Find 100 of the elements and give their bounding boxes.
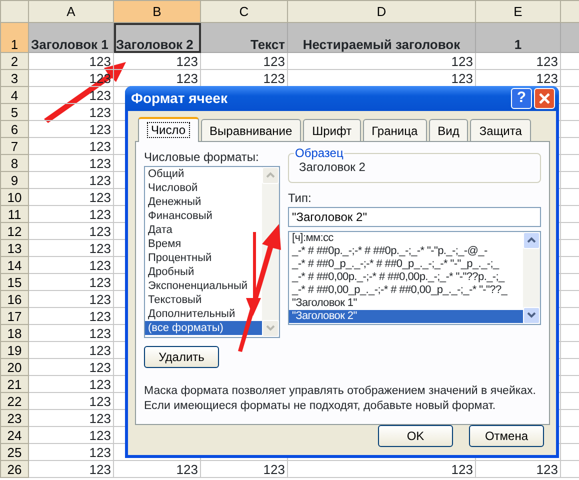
tab[interactable]: Граница: [362, 118, 427, 142]
close-button[interactable]: [534, 88, 555, 109]
list-item[interactable]: [ч]:мм:сс: [289, 232, 523, 244]
list-item[interactable]: _-* # ##0,00р._-;-* # ##0,00р._-;_-* "-"??р._-;_: [289, 270, 523, 284]
row-header[interactable]: 12: [0, 222, 28, 240]
row-header[interactable]: 16: [0, 290, 28, 308]
row-header[interactable]: 15: [0, 274, 28, 290]
tab[interactable]: Число: [138, 116, 199, 142]
table-cell: 123: [28, 52, 114, 70]
row-header[interactable]: 24: [0, 426, 28, 444]
table-cell: 123: [28, 426, 114, 444]
list-item[interactable]: Дополнительный: [145, 306, 262, 320]
table-cell: 123: [28, 392, 114, 410]
row-header[interactable]: 19: [0, 342, 28, 358]
row-header[interactable]: 20: [0, 358, 28, 376]
type-field[interactable]: "Заголовок 2": [288, 206, 541, 226]
list-item[interactable]: Время: [145, 236, 262, 250]
table-cell: 123: [28, 290, 114, 308]
table-cell: 123: [288, 52, 476, 70]
table-cell: Нестираемый заголовок: [288, 22, 476, 52]
row-header[interactable]: 2: [0, 52, 28, 70]
row-header[interactable]: 7: [0, 138, 28, 154]
table-cell: 123: [200, 52, 288, 70]
list-item[interactable]: Общий: [145, 166, 262, 180]
table-cell: 123: [28, 358, 114, 376]
row-header[interactable]: 26: [0, 460, 28, 478]
table-cell: 123: [28, 324, 114, 342]
row-header[interactable]: 10: [0, 188, 28, 206]
table-cell: 123: [476, 460, 560, 478]
table-cell: 123: [28, 222, 114, 240]
row-header[interactable]: 18: [0, 324, 28, 342]
list-item[interactable]: Процентный: [145, 250, 262, 264]
row-header[interactable]: 9: [0, 172, 28, 188]
table-cell: 123: [28, 172, 114, 188]
dialog-button[interactable]: OK: [378, 425, 453, 447]
table-cell: Заголовок 2: [114, 22, 200, 52]
row-header[interactable]: 8: [0, 154, 28, 172]
list-item[interactable]: Дата: [145, 222, 262, 236]
row-header[interactable]: 22: [0, 392, 28, 410]
list-item[interactable]: Финансовый: [145, 208, 262, 222]
row-header[interactable]: 11: [0, 206, 28, 222]
list-item[interactable]: Дробный: [145, 264, 262, 278]
table-cell: 123: [28, 376, 114, 392]
row-header[interactable]: 3: [0, 70, 28, 86]
row-header[interactable]: 1: [0, 22, 28, 52]
table-cell: 123: [114, 52, 200, 70]
description-text: Маска формата позволяет управлять отображением значений в ячейках. Если имеющиеся форматы не подходят, добавьте новый формат.: [144, 384, 537, 414]
tab[interactable]: Выравнивание: [200, 118, 302, 142]
row-header[interactable]: 25: [0, 444, 28, 460]
column-header[interactable]: D: [288, 0, 476, 22]
dialog-button[interactable]: Отмена: [469, 425, 544, 447]
sample-value: Заголовок 2: [299, 160, 366, 176]
table-cell: 123: [28, 240, 114, 256]
list-item[interactable]: _-* # ##0,00_р_._-;-* # ##0,00_р_._-;_-* "-"??_: [289, 284, 523, 296]
column-header[interactable]: A: [28, 0, 114, 22]
list-label: Числовые форматы:: [144, 148, 260, 166]
scroll-down-icon[interactable]: [523, 306, 540, 324]
table-cell: 123: [28, 256, 114, 274]
row-header[interactable]: 13: [0, 240, 28, 256]
tab[interactable]: Шрифт: [303, 118, 361, 142]
list-item[interactable]: (все форматы): [145, 320, 262, 334]
row-header[interactable]: 17: [0, 308, 28, 324]
row-header[interactable]: 5: [0, 104, 28, 120]
delete-button[interactable]: Удалить: [144, 346, 219, 368]
list-item[interactable]: "Заголовок 2": [289, 310, 523, 322]
row-header[interactable]: 6: [0, 120, 28, 138]
row-header[interactable]: 4: [0, 86, 28, 104]
scrollbar[interactable]: [523, 232, 540, 324]
scroll-up-icon[interactable]: [523, 232, 540, 248]
table-cell: Заголовок 1: [28, 22, 114, 52]
tab[interactable]: Вид: [428, 118, 468, 142]
column-header[interactable]: B: [114, 0, 200, 22]
table-cell: 123: [28, 138, 114, 154]
column-header[interactable]: C: [200, 0, 288, 22]
row-header[interactable]: 21: [0, 376, 28, 392]
scroll-up-icon[interactable]: [262, 166, 279, 184]
row-header[interactable]: 14: [0, 256, 28, 274]
table-cell: 123: [28, 410, 114, 426]
table-cell: 123: [200, 460, 288, 478]
list-item[interactable]: _-* # ##0_р_._-;-* # ##0_р_._-;_-* "-"_р_._-;_: [289, 258, 523, 270]
list-item[interactable]: _-* # ##0р._-;-* # ##0р._-;_-* "-"р._-;_-@_-: [289, 244, 523, 258]
help-button[interactable]: ?: [511, 88, 532, 109]
list-item[interactable]: Текстовый: [145, 292, 262, 306]
table-cell: 123: [114, 460, 200, 478]
field-label: Тип:: [288, 190, 312, 206]
table-cell: 1: [476, 22, 560, 52]
table-cell: 123: [476, 52, 560, 70]
table-cell: 123: [28, 308, 114, 324]
group-legend: Образец: [294, 146, 344, 160]
table-cell: 123: [28, 342, 114, 358]
list-item[interactable]: "Заголовок 1": [289, 296, 523, 310]
table-cell: 123: [28, 120, 114, 138]
row-header[interactable]: 23: [0, 410, 28, 426]
list-item[interactable]: Денежный: [145, 194, 262, 208]
list-item[interactable]: Экспоненциальный: [145, 278, 262, 292]
list-item[interactable]: Числовой: [145, 180, 262, 194]
table-cell: 123: [28, 154, 114, 172]
tab[interactable]: Защита: [470, 118, 531, 142]
close-icon: [538, 92, 551, 105]
column-header[interactable]: E: [476, 0, 560, 22]
